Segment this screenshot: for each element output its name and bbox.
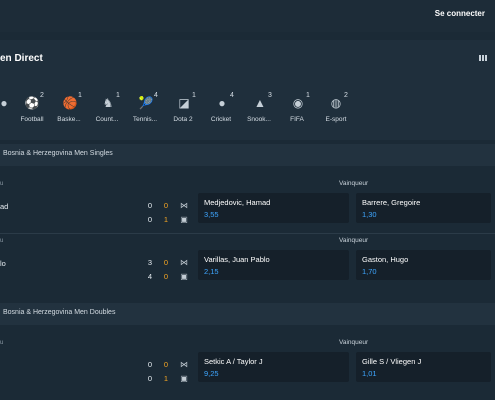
- selection-name: Gille S / Vliegen J: [362, 357, 422, 366]
- score-games: 0: [163, 272, 169, 281]
- match-phase-label: u: [0, 340, 4, 346]
- match-phase-label: u: [0, 181, 4, 187]
- sport-item-cricket[interactable]: ● 4 Cricket: [202, 92, 240, 129]
- cricket-icon: ●: [218, 96, 226, 110]
- sport-item-basketball[interactable]: 🏀 1 Baske...: [50, 92, 88, 129]
- player-name-truncated: lo: [0, 259, 6, 268]
- sport-item-snooker[interactable]: ▲ 3 Snook...: [240, 92, 278, 129]
- sport-label: Cricket: [210, 116, 232, 123]
- sport-count: 1: [192, 92, 196, 99]
- selection-odd: 9,25: [204, 369, 219, 378]
- score-games: 1: [163, 215, 169, 224]
- fifa-icon: ◉: [292, 96, 304, 110]
- sport-item-tennis[interactable]: 🎾 4 Tennis...: [126, 92, 164, 129]
- odds-button-player1[interactable]: Varillas, Juan Pablo 2,15: [198, 250, 349, 280]
- score-games: 0: [163, 258, 169, 267]
- tennis-icon: 🎾: [138, 96, 154, 110]
- login-button[interactable]: Se connecter: [435, 9, 485, 18]
- dota2-icon: ◪: [178, 96, 190, 110]
- stats-icon[interactable]: ⋈: [179, 200, 189, 210]
- market-label: Vainqueur: [339, 339, 369, 346]
- competition-header[interactable]: Bosnia & Herzegovina Men Doubles: [0, 303, 495, 325]
- selection-odd: 1,01: [362, 369, 377, 378]
- basketball-icon: 🏀: [62, 96, 78, 110]
- score-games: 1: [163, 374, 169, 383]
- live-betting-page: Se connecter en Direct ● ⚽ 2 Football 🏀 …: [0, 0, 495, 400]
- score-sets: 0: [147, 374, 153, 383]
- sports-filter-row: ● ⚽ 2 Football 🏀 1 Baske... ♞ 1 Count...…: [0, 92, 356, 129]
- odds-button-player2[interactable]: Barrere, Gregoire 1,30: [356, 193, 491, 223]
- sport-label: Dota 2: [173, 116, 193, 123]
- match-phase-label: u: [0, 238, 4, 244]
- sport-item-esport[interactable]: ◍ 2 E-sport: [316, 92, 356, 129]
- selection-odd: 3,55: [204, 210, 219, 219]
- sport-item-dota2[interactable]: ◪ 1 Dota 2: [164, 92, 202, 129]
- score-games: 0: [163, 360, 169, 369]
- score-sets: 0: [147, 215, 153, 224]
- sport-count: 1: [116, 92, 120, 99]
- score-sets: 4: [147, 272, 153, 281]
- selection-odd: 1,30: [362, 210, 377, 219]
- counter-strike-icon: ♞: [102, 96, 114, 110]
- live-tv-icon[interactable]: ▣: [179, 373, 189, 383]
- snooker-icon: ▲: [254, 96, 266, 110]
- match-row: u 0 0 0 1 ⋈ ▣ Vainqueur Setkic A / Taylo…: [0, 338, 495, 394]
- divider: [0, 233, 495, 234]
- sport-label: Snook...: [247, 116, 271, 123]
- selection-odd: 1,70: [362, 267, 377, 276]
- player-name-truncated: ad: [0, 202, 9, 211]
- competition-name: Bosnia & Herzegovina Men Singles: [3, 150, 113, 157]
- sport-label: Tennis...: [132, 116, 158, 123]
- market-label: Vainqueur: [339, 237, 369, 244]
- competition-header[interactable]: Bosnia & Herzegovina Men Singles: [0, 144, 495, 166]
- selection-name: Gaston, Hugo: [362, 255, 409, 264]
- market-label: Vainqueur: [339, 180, 369, 187]
- live-tv-icon[interactable]: ▣: [179, 214, 189, 224]
- sport-label: FIFA: [290, 116, 304, 123]
- competition-name: Bosnia & Herzegovina Men Doubles: [3, 309, 116, 316]
- sport-count: 2: [344, 92, 348, 99]
- sport-item-counter-strike[interactable]: ♞ 1 Count...: [88, 92, 126, 129]
- score-sets: 3: [147, 258, 153, 267]
- live-tv-icon[interactable]: ▣: [179, 271, 189, 281]
- odds-button-player2[interactable]: Gaston, Hugo 1,70: [356, 250, 491, 280]
- football-icon: ⚽: [24, 96, 40, 110]
- match-row: u ad 0 0 0 1 ⋈ ▣ Vainqueur Medjedovic, H…: [0, 179, 495, 235]
- sport-item-football[interactable]: ⚽ 2 Football: [14, 92, 50, 129]
- sport-count: 1: [306, 92, 310, 99]
- selection-name: Barrere, Gregoire: [362, 198, 421, 207]
- stats-icon[interactable]: ⋈: [179, 257, 189, 267]
- selection-name: Setkic A / Taylor J: [204, 357, 263, 366]
- sport-label: Baske...: [57, 116, 81, 123]
- sport-item-partial[interactable]: ●: [0, 93, 14, 129]
- live-section-header: en Direct ● ⚽ 2 Football 🏀 1 Baske... ♞ …: [0, 40, 495, 140]
- sport-count: 4: [154, 92, 158, 99]
- odds-button-player1[interactable]: Medjedovic, Hamad 3,55: [198, 193, 349, 223]
- score-games: 0: [163, 201, 169, 210]
- selection-name: Medjedovic, Hamad: [204, 198, 271, 207]
- sport-count: 4: [230, 92, 234, 99]
- score-sets: 0: [147, 360, 153, 369]
- sport-icon: ●: [0, 96, 8, 110]
- stats-icon[interactable]: ⋈: [179, 359, 189, 369]
- sport-label: Football: [20, 116, 44, 123]
- grid-menu-icon[interactable]: [479, 55, 487, 61]
- sport-count: 3: [268, 92, 272, 99]
- score-sets: 0: [147, 201, 153, 210]
- sport-label: E-sport: [325, 116, 347, 123]
- odds-button-team1[interactable]: Setkic A / Taylor J 9,25: [198, 352, 349, 382]
- top-bar: Se connecter: [0, 0, 495, 32]
- sport-item-fifa[interactable]: ◉ 1 FIFA: [278, 92, 316, 129]
- live-title: en Direct: [0, 53, 43, 64]
- match-row: u lo 3 0 4 0 ⋈ ▣ Vainqueur Varillas, Jua…: [0, 236, 495, 292]
- selection-odd: 2,15: [204, 267, 219, 276]
- sport-count: 1: [78, 92, 82, 99]
- odds-button-team2[interactable]: Gille S / Vliegen J 1,01: [356, 352, 491, 382]
- selection-name: Varillas, Juan Pablo: [204, 255, 270, 264]
- esport-icon: ◍: [330, 96, 342, 110]
- sport-count: 2: [40, 92, 44, 99]
- sport-label: Count...: [95, 116, 119, 123]
